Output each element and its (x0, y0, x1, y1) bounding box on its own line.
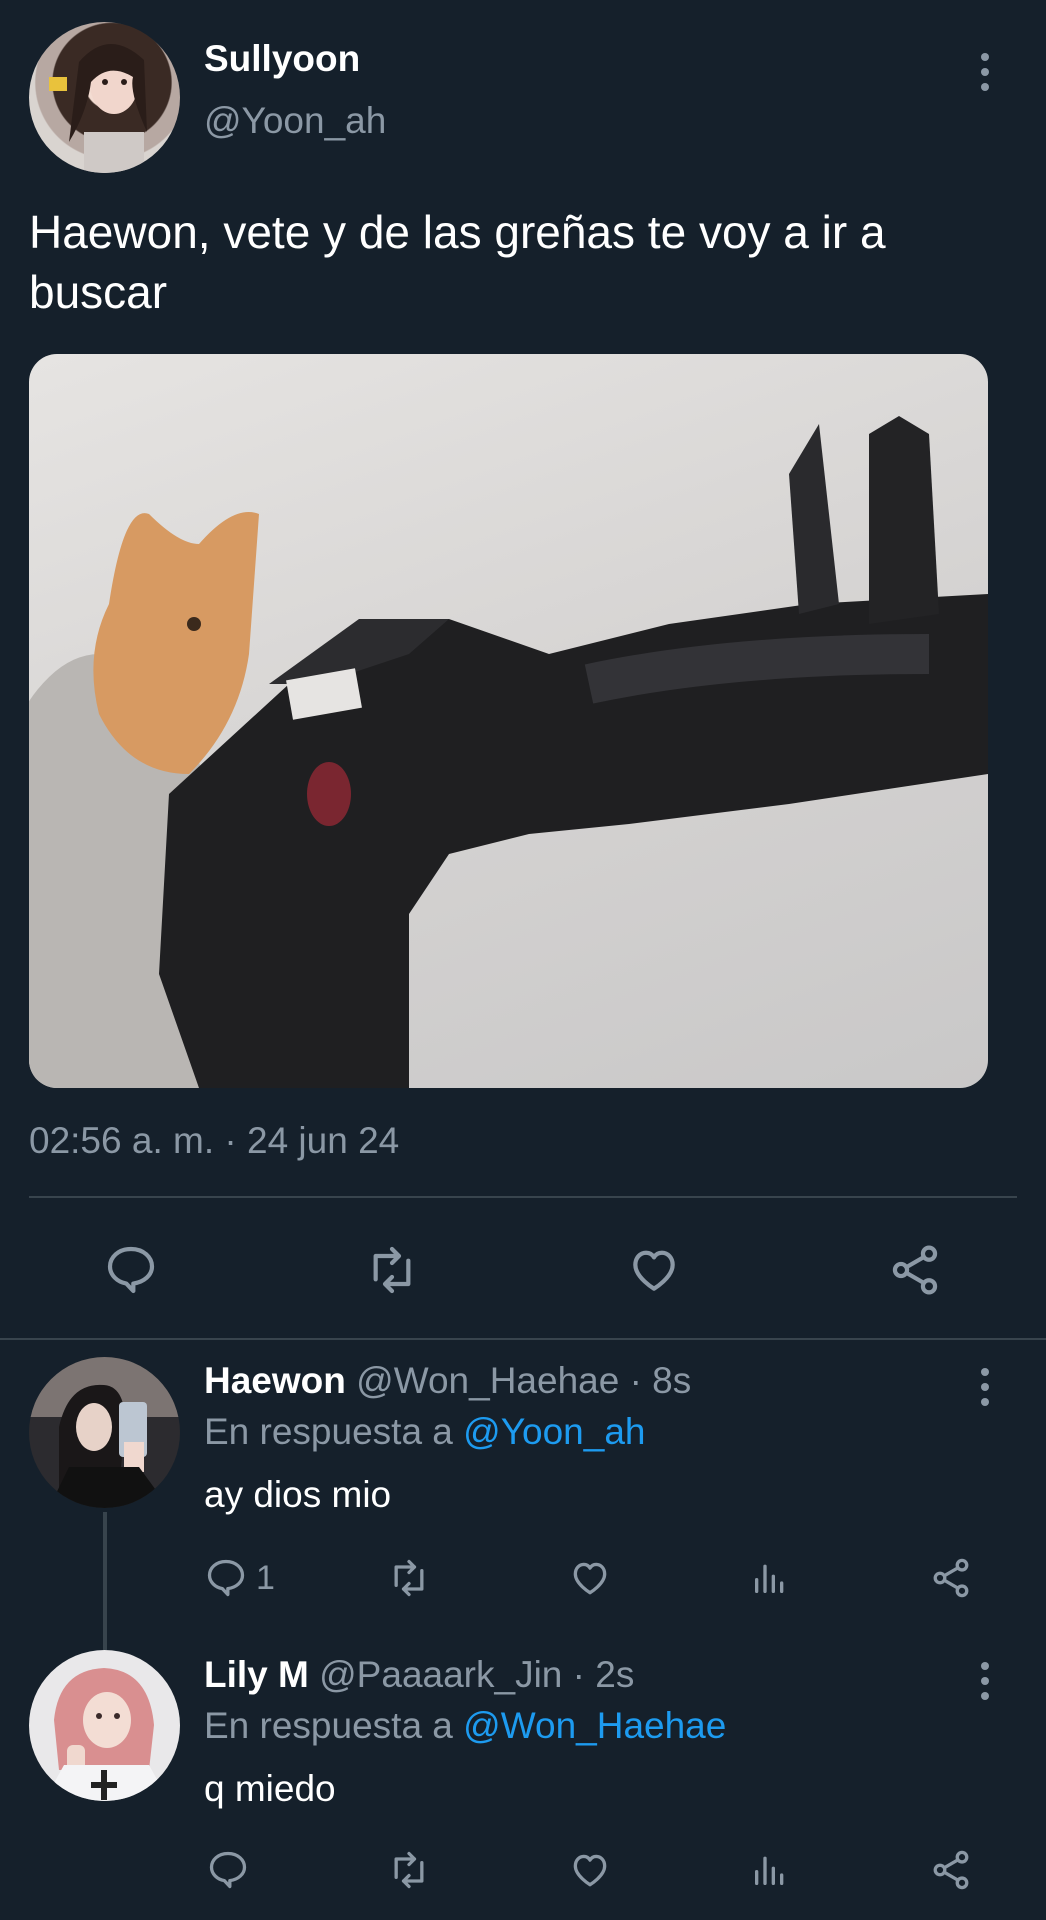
retweet-icon[interactable] (384, 1848, 434, 1892)
share-icon[interactable] (885, 1240, 945, 1300)
author-avatar[interactable] (29, 22, 180, 173)
analytics-icon[interactable] (748, 1556, 792, 1600)
share-icon[interactable] (928, 1556, 974, 1600)
reply-icon[interactable] (101, 1240, 161, 1300)
reply-time[interactable]: · 2s (573, 1654, 635, 1695)
reply-icon (207, 1559, 245, 1597)
like-icon[interactable] (566, 1848, 614, 1892)
in-reply-to: En respuesta a @Won_Haehae (204, 1705, 726, 1747)
reply-text: ay dios mio (204, 1474, 392, 1515)
reply-count: 1 (256, 1558, 275, 1597)
in-reply-handle-link[interactable]: @Won_Haehae (463, 1705, 726, 1746)
share-icon[interactable] (928, 1848, 974, 1892)
more-options-icon[interactable] (975, 1662, 995, 1700)
avatar-portrait-icon (44, 1668, 169, 1801)
author-handle[interactable]: @Yoon_ah (204, 100, 386, 142)
reply-header: Lily M @Paaaark_Jin · 2s (204, 1654, 634, 1696)
reply-author-handle[interactable]: @Paaaark_Jin (319, 1654, 562, 1695)
like-icon[interactable] (624, 1240, 684, 1300)
divider (29, 1196, 1017, 1198)
divider (0, 1338, 1046, 1340)
in-reply-to: En respuesta a @Yoon_ah (204, 1411, 645, 1453)
reply-author-name[interactable]: Haewon (204, 1360, 346, 1401)
reply-time[interactable]: · 8s (630, 1360, 692, 1401)
retweet-icon[interactable] (361, 1240, 423, 1300)
in-reply-handle-link[interactable]: @Yoon_ah (463, 1411, 645, 1452)
reply-author-handle[interactable]: @Won_Haehae (356, 1360, 619, 1401)
reply-author-avatar[interactable] (29, 1357, 180, 1508)
reply-icon[interactable] (204, 1848, 252, 1892)
reply-action-reply[interactable]: 1 (204, 1556, 275, 1600)
avatar-portrait-icon (29, 1357, 180, 1508)
tweet-text: Haewon, vete y de las greñas te voy a ir… (29, 206, 886, 318)
reply-header: Haewon @Won_Haehae · 8s (204, 1360, 691, 1402)
in-reply-prefix: En respuesta a (204, 1705, 453, 1746)
reply-text: q miedo (204, 1768, 336, 1809)
photo-icon (29, 416, 988, 1088)
avatar-portrait-icon (49, 43, 147, 173)
thread-line (103, 1512, 107, 1650)
more-options-icon[interactable] (975, 53, 995, 91)
like-icon[interactable] (566, 1556, 614, 1600)
reply-author-avatar[interactable] (29, 1650, 180, 1801)
tweet-media-image[interactable] (29, 354, 988, 1088)
author-name[interactable]: Sullyoon (204, 38, 360, 80)
more-options-icon[interactable] (975, 1368, 995, 1406)
retweet-icon[interactable] (384, 1556, 434, 1600)
reply-author-name[interactable]: Lily M (204, 1654, 309, 1695)
tweet-timestamp[interactable]: 02:56 a. m. · 24 jun 24 (29, 1120, 399, 1162)
analytics-icon[interactable] (748, 1848, 792, 1892)
in-reply-prefix: En respuesta a (204, 1411, 453, 1452)
